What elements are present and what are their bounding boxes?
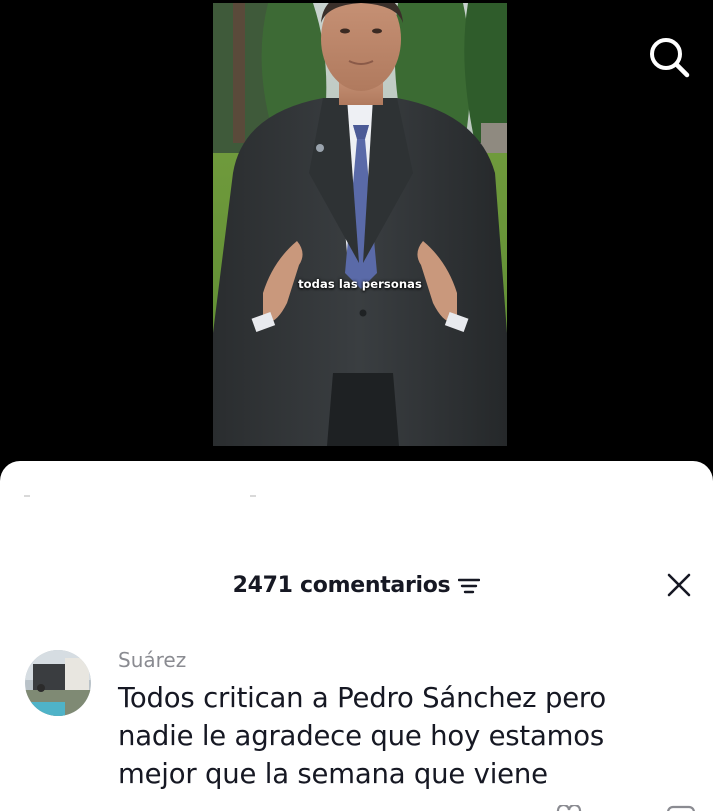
- divider: [24, 495, 30, 497]
- video-caption: todas las personas: [298, 277, 422, 291]
- comments-count[interactable]: 2471 comentarios: [233, 571, 481, 601]
- filter-lines-icon[interactable]: [458, 577, 481, 595]
- heart-icon: [556, 805, 582, 811]
- close-button[interactable]: [664, 570, 694, 600]
- chat-bubble-icon: [666, 805, 696, 811]
- search-icon: [650, 38, 690, 78]
- like-button[interactable]: [556, 805, 582, 811]
- video-player[interactable]: todas las personas: [213, 3, 507, 446]
- close-icon: [667, 573, 691, 597]
- avatar-image: [25, 650, 91, 716]
- search-button[interactable]: [646, 34, 692, 80]
- comments-sheet: 2471 comentarios Suárez Todos critican a…: [0, 461, 713, 811]
- app-screen: todas las personas 2471 comentarios Suár…: [0, 0, 713, 811]
- comments-count-label: 2471 comentarios: [232, 573, 451, 598]
- divider: [250, 495, 256, 497]
- comments-header: 2471 comentarios: [0, 571, 713, 601]
- comment-text: Todos critican a Pedro Sánchez pero nadi…: [118, 682, 607, 790]
- avatar[interactable]: [25, 650, 91, 716]
- comment-author[interactable]: Suárez: [118, 648, 186, 672]
- video-frame: [213, 3, 507, 446]
- reply-button[interactable]: [666, 805, 696, 811]
